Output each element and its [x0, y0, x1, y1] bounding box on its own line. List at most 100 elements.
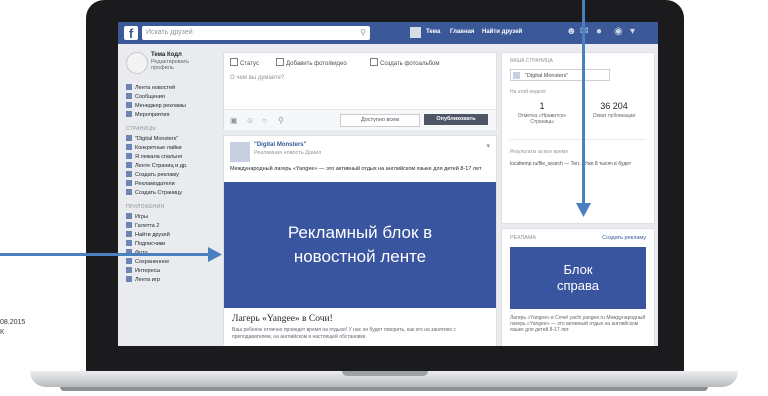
- sidebar-item-app[interactable]: Лента игр: [126, 276, 160, 284]
- page-icon: [126, 153, 132, 159]
- sidebar-item-app[interactable]: Интересы: [126, 267, 160, 275]
- stat-likes-number: 1: [539, 101, 545, 111]
- create-page-icon: [126, 189, 132, 195]
- sidebar-item-app[interactable]: Сохраненное: [126, 258, 169, 266]
- news-feed-icon: [126, 84, 132, 90]
- followers-icon: [126, 240, 132, 246]
- composer-footer: ▣ ☺ ○ ⚲ Доступно всем Опубликовать: [224, 109, 496, 130]
- laptop-screen: f Искать друзей ⚲ Тема Главная Найти дру…: [118, 22, 658, 346]
- post-text: Международный лагерь «Yangee» — это акти…: [230, 166, 482, 172]
- laptop-notch: [342, 371, 428, 376]
- chevron-down-icon[interactable]: ▾: [486, 142, 490, 150]
- messages-icon: [126, 93, 132, 99]
- left-sidebar: Тема Кодл Редактировать профиль Лента но…: [118, 44, 218, 346]
- profile-edit-link[interactable]: Редактировать профиль: [151, 59, 211, 71]
- find-friends-icon: [126, 231, 132, 237]
- album-icon: [370, 58, 378, 66]
- profile-avatar[interactable]: [126, 52, 148, 74]
- post-sponsored-label: Рекламная новость Данил: [254, 150, 322, 156]
- post-page-name[interactable]: "Digital Monsters": [254, 142, 306, 148]
- apps-section-label: ПРИЛОЖЕНИЯ: [126, 204, 165, 210]
- audience-selector[interactable]: Доступно всем: [340, 114, 420, 127]
- ads-manager-icon: [126, 102, 132, 108]
- profile-name[interactable]: Тема Кодл: [151, 52, 182, 59]
- search-placeholder: Искать друзей: [146, 29, 193, 36]
- stat-reach-label: Охват публикации: [592, 113, 636, 119]
- sidebar-item-events[interactable]: Мероприятия: [126, 111, 169, 119]
- composer-tab-status[interactable]: Статус: [230, 58, 259, 67]
- status-icon: [230, 58, 238, 66]
- page-avatar[interactable]: [230, 142, 250, 162]
- sidebar-item-page[interactable]: "Digital Monsters": [126, 135, 178, 143]
- right-ad-banner[interactable]: Блок справа: [510, 247, 646, 309]
- create-ad-icon: [126, 171, 132, 177]
- user-avatar-small[interactable]: [410, 27, 421, 38]
- saved-icon: [126, 258, 132, 264]
- sidebar-item-page[interactable]: Конкретные лайки: [126, 144, 182, 152]
- right-ad-text[interactable]: Лагерь «Yangee» в Сочи! yachi.yangee.ru …: [510, 315, 646, 333]
- this-week-label: На этой неделе: [510, 89, 547, 95]
- ads-label: РЕКЛАМА: [510, 235, 537, 241]
- nav-find-friends[interactable]: Найти друзей: [482, 29, 522, 35]
- newsfeed-ad-banner[interactable]: Рекламный блок в новостной ленте: [224, 182, 496, 308]
- location-icon[interactable]: ⚲: [278, 116, 284, 125]
- sidebar-item-news-feed[interactable]: Лента новостей: [126, 84, 175, 92]
- sidebar-item-advertisers[interactable]: Рекламодатели: [126, 180, 175, 188]
- tag-friends-icon[interactable]: ☺: [246, 116, 254, 125]
- sidebar-item-messages[interactable]: Сообщения: [126, 93, 165, 101]
- sidebar-item-app[interactable]: Игры: [126, 213, 148, 221]
- camera-icon[interactable]: ▣: [230, 116, 238, 125]
- sidebar-item-ads-manager[interactable]: Менеджер рекламы: [126, 102, 186, 110]
- search-icon[interactable]: ⚲: [360, 26, 366, 40]
- laptop-foot: [60, 387, 708, 391]
- ad-description: Ваш ребенок отлично проведет время на от…: [232, 327, 456, 340]
- stat-reach-number: 36 204: [600, 101, 628, 111]
- stat-likes-label: Отметка «Нравится» Страницы: [517, 113, 567, 125]
- games-feed-icon: [126, 276, 132, 282]
- composer-tab-album[interactable]: Создать фотоальбом: [370, 58, 440, 67]
- page-icon: [126, 162, 132, 168]
- caption-letter: К: [0, 329, 5, 336]
- nav-profile[interactable]: Тема: [426, 29, 440, 35]
- photo-icon: [276, 58, 284, 66]
- sidebar-item-create-page[interactable]: Создать Страницу: [126, 189, 182, 197]
- search-input[interactable]: Искать друзей ⚲: [142, 26, 370, 40]
- advertisers-icon: [126, 180, 132, 186]
- sidebar-item-page[interactable]: Ленте Страниц и др.: [126, 162, 188, 170]
- facebook-topbar: f Искать друзей ⚲ Тема Главная Найти дру…: [118, 22, 658, 44]
- right-ad-card: РЕКЛАМА Создать рекламу Блок справа Лаге…: [501, 228, 655, 346]
- facebook-logo[interactable]: f: [124, 26, 138, 41]
- composer-input[interactable]: О чем вы думаете?: [230, 75, 284, 81]
- composer-tab-photo[interactable]: Добавить фото/видео: [276, 58, 347, 67]
- sidebar-item-app[interactable]: Подписчики: [126, 240, 165, 248]
- sponsored-post: "Digital Monsters" Рекламная новость Дан…: [223, 135, 497, 346]
- caption-date: 08.2015: [0, 319, 26, 326]
- sidebar-item-app[interactable]: Галетта 2: [126, 222, 159, 230]
- notifications-icon[interactable]: ●: [596, 26, 602, 37]
- arrow-to-newsfeed-ad: [0, 253, 210, 256]
- games-icon: [126, 213, 132, 219]
- sidebar-item-page[interactable]: Я лежала спальня: [126, 153, 182, 161]
- create-ad-link[interactable]: Создать рекламу: [602, 235, 646, 241]
- your-page-card: ВАША СТРАНИЦА "Digital Monsters" На этой…: [501, 52, 655, 224]
- arrowhead-right-icon: [208, 247, 222, 262]
- lock-icon[interactable]: ◉: [614, 26, 623, 37]
- ad-title[interactable]: Лагерь «Yangee» в Сочи!: [232, 314, 333, 324]
- publish-button[interactable]: Опубликовать: [424, 114, 488, 125]
- nav-home[interactable]: Главная: [450, 29, 474, 35]
- page-icon: [126, 144, 132, 150]
- sidebar-item-app[interactable]: Найти друзей: [126, 231, 170, 239]
- sidebar-item-create-ad[interactable]: Создать рекламу: [126, 171, 179, 179]
- recent-results-label: Результаты за все время: [510, 149, 568, 155]
- feeling-icon[interactable]: ○: [262, 116, 267, 125]
- your-page-label: ВАША СТРАНИЦА: [510, 58, 553, 64]
- pages-section-label: СТРАНИЦЫ: [126, 126, 156, 132]
- page-icon: [126, 135, 132, 141]
- post-composer: Статус Добавить фото/видео Создать фотоа…: [223, 52, 497, 130]
- arrow-to-right-ad: [582, 0, 585, 205]
- recent-post-link[interactable]: localtemp.ru/file_search — Теп... Уже 8 …: [510, 161, 646, 167]
- friend-requests-icon[interactable]: ☻: [566, 26, 577, 37]
- settings-icon[interactable]: ▾: [630, 26, 635, 37]
- interests-icon: [126, 267, 132, 273]
- page-selector[interactable]: "Digital Monsters": [510, 69, 610, 81]
